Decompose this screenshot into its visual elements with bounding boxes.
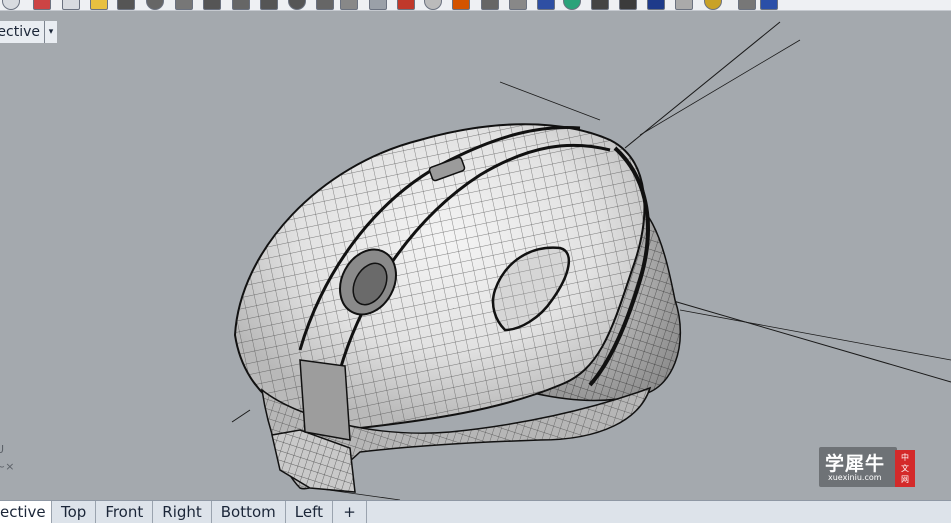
circle-icon[interactable] — [260, 0, 278, 10]
polyline-icon[interactable] — [232, 0, 250, 10]
axis-indicator: U ~× — [0, 443, 26, 479]
arc-icon[interactable] — [175, 0, 193, 10]
viewport-name[interactable]: ective — [0, 21, 45, 43]
add-tab-button[interactable]: + — [333, 501, 368, 523]
settings-icon[interactable] — [704, 0, 722, 10]
eraser-icon[interactable] — [397, 0, 415, 10]
chevron-down-icon[interactable]: ▾ — [45, 21, 57, 43]
copy-icon[interactable] — [62, 0, 80, 10]
axis-u-label: U — [0, 443, 5, 456]
construction-line — [231, 409, 251, 423]
viewport-tabs: ective Top Front Right Bottom Left + — [0, 500, 951, 523]
tab-left[interactable]: Left — [286, 501, 334, 523]
tab-perspective[interactable]: ective — [0, 501, 52, 523]
tab-top[interactable]: Top — [52, 501, 97, 523]
cut-icon[interactable] — [33, 0, 51, 10]
zoom-icon[interactable] — [288, 0, 306, 10]
watermark-seal: 中 文 网 — [895, 450, 915, 487]
world-icon[interactable] — [675, 0, 693, 10]
seal-char: 网 — [901, 475, 909, 484]
tab-bottom[interactable]: Bottom — [212, 501, 286, 523]
pen-icon[interactable] — [481, 0, 499, 10]
help-icon[interactable] — [760, 0, 778, 10]
construction-line — [669, 299, 951, 383]
construction-line — [679, 309, 951, 361]
seal-char: 文 — [901, 464, 909, 473]
toolbar — [0, 0, 951, 11]
layer-icon[interactable] — [509, 0, 527, 10]
construction-line — [499, 81, 601, 121]
render-icon[interactable] — [563, 0, 581, 10]
construction-line — [624, 21, 781, 149]
perspective-viewport[interactable] — [0, 0, 951, 500]
point-icon[interactable] — [203, 0, 221, 10]
grid-icon[interactable] — [340, 0, 358, 10]
viewport-title[interactable]: ective ▾ — [0, 21, 57, 43]
seal-char: 中 — [901, 453, 909, 462]
env-icon[interactable] — [647, 0, 665, 10]
watermark-logo: 学犀牛 xuexiniu.com 中 文 网 — [819, 447, 917, 487]
material-icon[interactable] — [591, 0, 609, 10]
lights-icon[interactable] — [619, 0, 637, 10]
folder-icon[interactable] — [90, 0, 108, 10]
curve-icon[interactable] — [146, 0, 164, 10]
rectangle-icon[interactable] — [369, 0, 387, 10]
undo-icon[interactable] — [117, 0, 135, 10]
front-channel — [299, 359, 351, 441]
mouse-model[interactable] — [233, 123, 682, 493]
tab-right[interactable]: Right — [153, 501, 212, 523]
zoom-window-icon[interactable] — [316, 0, 334, 10]
shade-icon[interactable] — [537, 0, 555, 10]
text-icon[interactable] — [452, 0, 470, 10]
watermark-brand: 学犀牛 — [825, 453, 886, 475]
new-file-icon[interactable] — [2, 0, 20, 10]
construction-line — [639, 39, 801, 136]
watermark-url: xuexiniu.com — [828, 473, 882, 482]
sphere-icon[interactable] — [424, 0, 442, 10]
axis-x-label: ~× — [0, 460, 15, 473]
options-icon[interactable] — [738, 0, 756, 10]
tab-front[interactable]: Front — [96, 501, 154, 523]
